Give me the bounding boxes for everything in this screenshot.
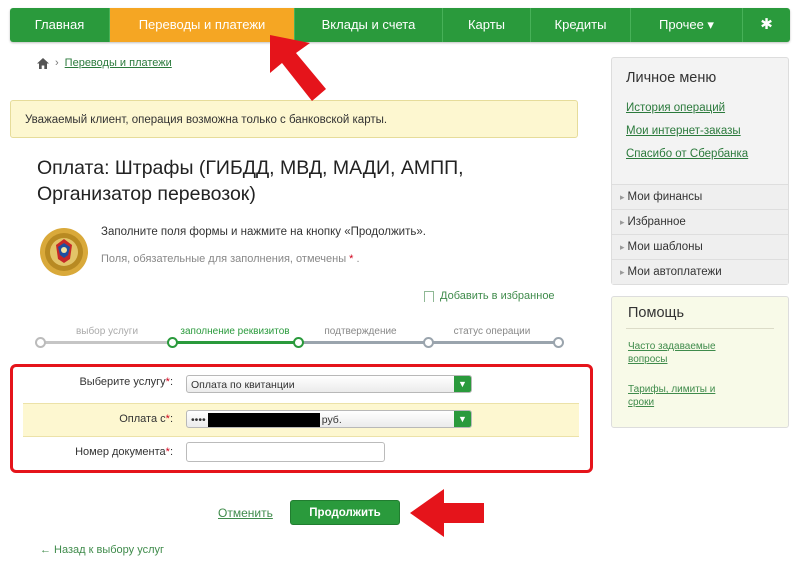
- step-line-2: [172, 341, 298, 344]
- required-fields-hint: Поля, обязательные для заполнения, отмеч…: [101, 253, 360, 265]
- nav-item-cards[interactable]: Карты: [443, 8, 531, 42]
- step-dot-1: [35, 337, 46, 348]
- back-to-services-link[interactable]: ← Назад к выбору услуг: [40, 544, 164, 556]
- breadcrumb: › Переводы и платежи: [37, 57, 172, 69]
- sidebar-link-thank-you[interactable]: Спасибо от Сбербанка: [626, 148, 748, 160]
- step-dot-4: [423, 337, 434, 348]
- arrow-right-icon: ▸: [620, 192, 625, 202]
- help-title: Помощь: [628, 305, 685, 321]
- home-icon[interactable]: [37, 57, 49, 69]
- arrow-right-icon: ▸: [620, 242, 625, 252]
- personal-menu-title: Личное меню: [626, 70, 717, 86]
- help-divider: [626, 328, 774, 329]
- document-number-label: Номер документа*:: [75, 446, 173, 458]
- arrow-right-icon: ▸: [620, 267, 625, 277]
- chevron-down-icon: ▼: [454, 411, 471, 427]
- help-panel: Помощь Часто задаваемые вопросы Тарифы, …: [611, 296, 789, 428]
- document-number-input[interactable]: [186, 442, 385, 462]
- help-link-tariffs[interactable]: Тарифы, лимиты и сроки: [628, 383, 738, 409]
- pay-from-label: Оплата с*:: [119, 413, 173, 425]
- sidebar-item-templates[interactable]: ▸ Мои шаблоны: [612, 234, 788, 259]
- fill-form-hint: Заполните поля формы и нажмите на кнопку…: [101, 226, 426, 238]
- gibdd-emblem-icon: [40, 228, 88, 276]
- pay-from-select[interactable]: •••• руб. ▼: [186, 410, 472, 428]
- help-link-faq[interactable]: Часто задаваемые вопросы: [628, 340, 738, 366]
- step-label-confirmation: подтверждение: [324, 326, 397, 337]
- add-to-favorites-link[interactable]: Добавить в избранное: [424, 290, 555, 302]
- arrow-right-icon: ▸: [620, 217, 625, 227]
- sidebar-link-internet-orders[interactable]: Мои интернет-заказы: [626, 125, 741, 137]
- annotation-arrow-up-icon: [270, 35, 326, 101]
- continue-button[interactable]: Продолжить: [290, 500, 400, 525]
- breadcrumb-separator: ›: [55, 57, 59, 69]
- bookmark-icon: [424, 290, 434, 302]
- service-label: Выберите услугу*:: [79, 376, 173, 388]
- personal-menu-panel: Личное меню История операций Мои интерне…: [611, 57, 789, 285]
- step-label-fill-details: заполнение реквизитов: [180, 326, 290, 337]
- sidebar-item-autopayments[interactable]: ▸ Мои автоплатежи: [612, 259, 788, 284]
- settings-button[interactable]: ✱: [743, 8, 790, 42]
- nav-item-other[interactable]: Прочее ▾: [631, 8, 743, 42]
- sidebar-link-history[interactable]: История операций: [626, 102, 725, 114]
- step-line-1: [40, 341, 172, 344]
- annotation-arrow-left-icon: [410, 489, 484, 537]
- step-dot-5: [553, 337, 564, 348]
- breadcrumb-link[interactable]: Переводы и платежи: [65, 57, 172, 69]
- sidebar-item-favorites[interactable]: ▸ Избранное: [612, 209, 788, 234]
- step-label-operation-status: статус операции: [453, 326, 531, 337]
- service-select[interactable]: Оплата по квитанции ▼: [186, 375, 472, 393]
- step-label-select-service: выбор услуги: [75, 326, 139, 337]
- sidebar-item-finances[interactable]: ▸ Мои финансы: [612, 184, 788, 209]
- top-navigation: Главная Переводы и платежи Вклады и счет…: [10, 8, 790, 42]
- step-dot-3: [293, 337, 304, 348]
- masked-card-number: [207, 413, 320, 428]
- page-title: Оплата: Штрафы (ГИБДД, МВД, МАДИ, АМПП, …: [37, 157, 464, 205]
- step-dot-2: [167, 337, 178, 348]
- cancel-button[interactable]: Отменить: [218, 506, 273, 520]
- chevron-down-icon: ▼: [454, 376, 471, 392]
- nav-item-credits[interactable]: Кредиты: [531, 8, 631, 42]
- gear-icon: ✱: [760, 16, 773, 33]
- nav-item-home[interactable]: Главная: [10, 8, 110, 42]
